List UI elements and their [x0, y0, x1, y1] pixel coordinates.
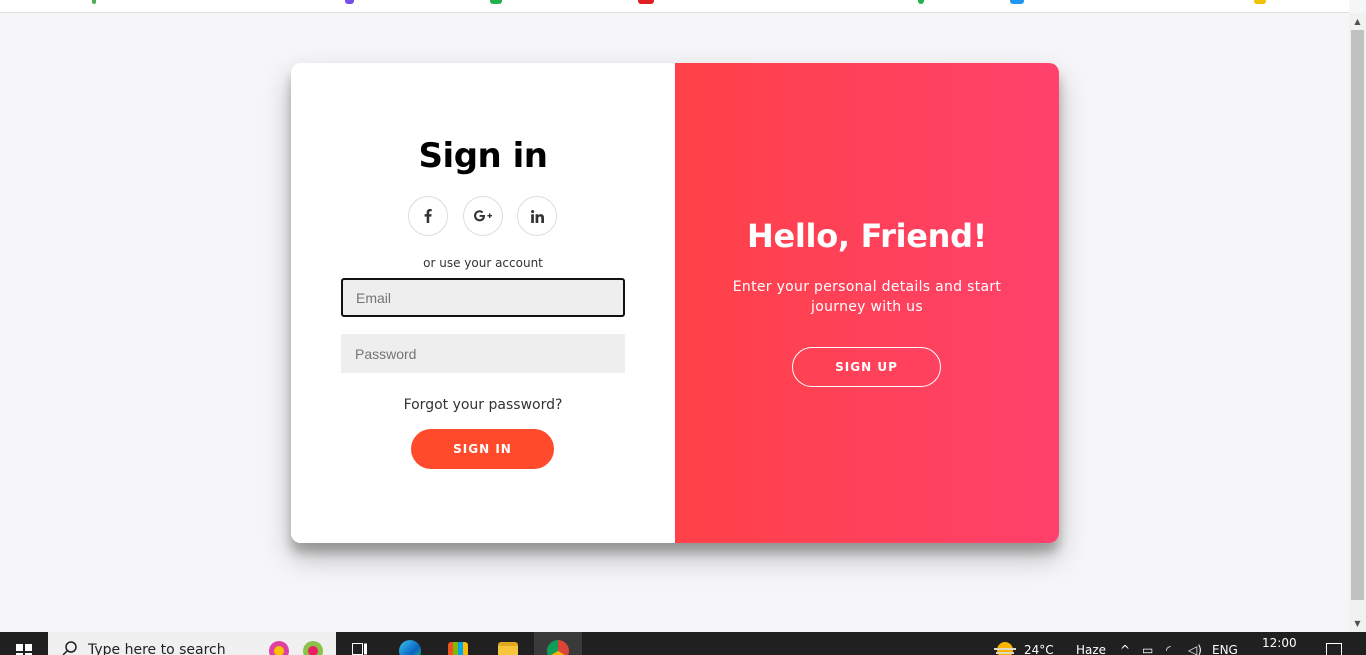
search-icon — [62, 641, 77, 655]
notifications-icon[interactable] — [1326, 643, 1342, 655]
taskbar-search[interactable]: Type here to search — [48, 632, 336, 655]
weather-haze-icon[interactable] — [992, 640, 1018, 655]
facebook-button[interactable] — [408, 196, 448, 236]
clock-time[interactable]: 12:00 — [1262, 636, 1297, 650]
social-login-row — [408, 196, 558, 236]
taskbar: Type here to search 24°C Haze ^ ▭ ◜ ◁) E… — [0, 632, 1366, 655]
chrome-icon — [547, 640, 569, 655]
task-view-icon — [352, 643, 367, 655]
battery-icon[interactable]: ▭ — [1142, 643, 1153, 655]
weather-description[interactable]: Haze — [1076, 643, 1106, 655]
bookmark-icon[interactable] — [490, 0, 502, 4]
vertical-scrollbar[interactable]: ▲ ▼ — [1349, 13, 1366, 632]
sign-up-button[interactable]: SIGN UP — [792, 347, 941, 387]
store-button[interactable] — [434, 632, 482, 655]
bookmark-icon[interactable] — [918, 0, 924, 4]
start-button[interactable] — [0, 632, 48, 655]
email-field[interactable] — [341, 278, 625, 317]
bookmarks-bar — [0, 0, 1349, 13]
overlay-description: Enter your personal details and start jo… — [732, 279, 1002, 315]
volume-icon[interactable]: ◁) — [1188, 643, 1202, 655]
language-indicator[interactable]: ENG — [1212, 643, 1238, 655]
system-tray: 24°C Haze ^ ▭ ◜ ◁) ENG 12:00 — [986, 632, 1366, 655]
overlay-panel: Hello, Friend! Enter your personal detai… — [675, 63, 1059, 543]
wifi-icon[interactable]: ◜ — [1166, 643, 1171, 655]
auth-container: Sign in or use your account Forgot your … — [291, 63, 1059, 543]
overlay-title: Hello, Friend! — [746, 217, 988, 255]
flower-decoration-icon — [269, 641, 323, 655]
bookmark-icon[interactable] — [1254, 0, 1266, 4]
sign-in-button[interactable]: SIGN IN — [411, 429, 554, 469]
chevron-up-icon[interactable]: ^ — [1120, 643, 1130, 655]
sign-in-form: Sign in or use your account Forgot your … — [291, 63, 675, 543]
password-field[interactable] — [341, 334, 625, 373]
file-explorer-icon — [498, 642, 518, 655]
file-explorer-button[interactable] — [484, 632, 532, 655]
edge-button[interactable] — [386, 632, 434, 655]
google-plus-icon — [474, 210, 492, 222]
bookmark-icon[interactable] — [1010, 0, 1024, 4]
store-icon — [448, 642, 468, 655]
chrome-button[interactable] — [534, 632, 582, 655]
alt-login-text: or use your account — [423, 256, 543, 270]
windows-icon — [16, 644, 32, 655]
linkedin-icon — [530, 209, 544, 223]
task-view-button[interactable] — [336, 632, 384, 655]
edge-icon — [399, 640, 421, 655]
search-placeholder: Type here to search — [88, 642, 226, 655]
bookmark-icon[interactable] — [345, 0, 354, 4]
linkedin-button[interactable] — [517, 196, 557, 236]
bookmark-icon[interactable] — [638, 0, 654, 4]
weather-temperature[interactable]: 24°C — [1024, 643, 1054, 655]
scroll-up-icon[interactable]: ▲ — [1349, 13, 1366, 30]
forgot-password-link[interactable]: Forgot your password? — [291, 397, 675, 413]
sign-in-title: Sign in — [418, 136, 548, 176]
scroll-down-icon[interactable]: ▼ — [1349, 615, 1366, 632]
facebook-icon — [424, 209, 432, 223]
bookmark-icon[interactable] — [92, 0, 96, 4]
google-plus-button[interactable] — [463, 196, 503, 236]
scroll-thumb[interactable] — [1351, 30, 1364, 600]
